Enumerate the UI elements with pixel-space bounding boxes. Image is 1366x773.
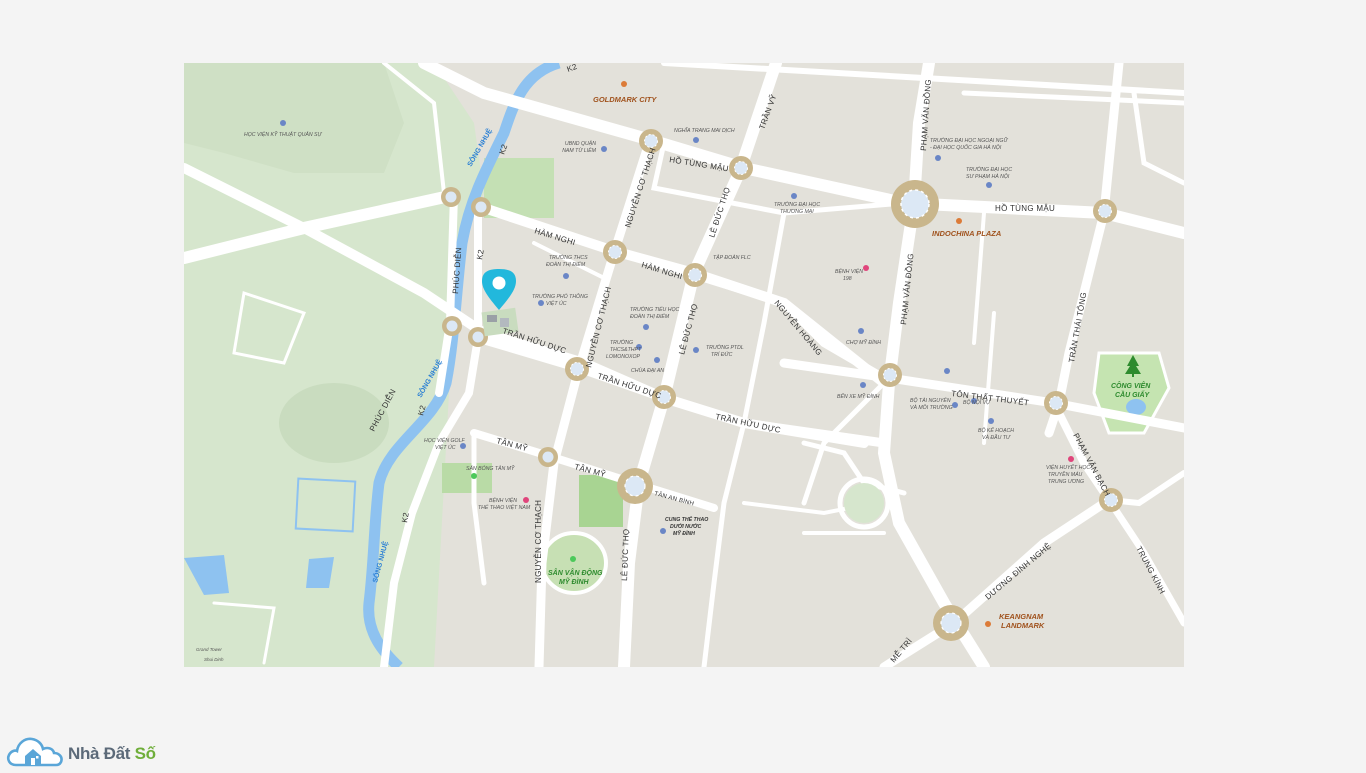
poi-dot-viet-uc (538, 300, 544, 306)
poi-dot-bo-tnmt (952, 402, 958, 408)
label-svd-1: SÂN VẬN ĐỘNG (548, 568, 603, 577)
brand-name: Nhà Đất Số (68, 744, 156, 764)
label-vien-huyet-hoc-3: TRUNG ƯƠNG (1048, 479, 1084, 485)
label-cung-the-thao-1: CUNG THỂ THAO (665, 516, 708, 523)
label-dh-ngoai-ngu-1: TRƯỜNG ĐẠI HỌC NGOẠI NGỮ (930, 137, 1008, 144)
poi-dot-ubnd (601, 146, 607, 152)
map-viewport[interactable]: K2 K2 K2 K2 K2 HỒ TÙNG MẬU HỒ TÙNG MẬU H… (184, 63, 1184, 667)
label-ho-tung-mau-2: HỒ TÙNG MẬU (995, 203, 1055, 213)
label-svd-2: MỸ ĐÌNH (559, 577, 590, 586)
label-san-bong: SÂN BÓNG TÂN MỸ (466, 465, 515, 472)
poi-dot-svd (570, 556, 576, 562)
label-viet-uc-2: VIỆT ÚC (546, 299, 567, 307)
brand-name-main: Nhà Đất (68, 744, 131, 763)
brand-name-accent: Số (134, 744, 156, 763)
label-bo-tnmt-1: BỘ TÀI NGUYÊN (910, 396, 951, 404)
label-bv-the-thao-1: BỆNH VIỆN (489, 496, 517, 504)
poi-dot-ton-that (944, 368, 950, 374)
label-bo-khdt-2: VÀ ĐẦU TƯ (982, 434, 1011, 441)
map-canvas: K2 K2 K2 K2 K2 HỒ TÙNG MẬU HỒ TÙNG MẬU H… (184, 63, 1184, 667)
label-le-duc-tho-3: LÊ ĐỨC THỌ (620, 528, 631, 581)
poi-dot-cung-the-thao (660, 528, 666, 534)
label-vien-huyet-hoc-1: VIỆN HUYẾT HỌC (1046, 463, 1090, 471)
label-cho-my-dinh: CHỢ MỸ ĐÌNH (846, 339, 881, 346)
poi-dot-dh-ngoai-ngu (935, 155, 941, 161)
label-dh-su-pham-2: SƯ PHẠM HÀ NỘI (966, 173, 1010, 180)
poi-dot-vien-huyet-hoc (1068, 456, 1074, 462)
label-shui-dinh: Shui Dinh (204, 657, 224, 662)
poi-dot-thcs-doan (563, 273, 569, 279)
label-vien-huyet-hoc-2: TRUYỀN MÁU (1048, 471, 1083, 478)
label-nghia-trang: NGHĨA TRANG MAI DỊCH (674, 127, 735, 134)
poi-dot-nghia-trang (693, 137, 699, 143)
poi-dot-hv-ky-thuat (280, 120, 286, 126)
label-hv-golf-2: VIỆT ÚC (435, 443, 456, 451)
label-ubnd-1: UBND QUẬN (565, 140, 596, 147)
label-lomonoxop-3: LOMONOXOP (606, 354, 641, 360)
green-block-stadium-north (579, 475, 623, 527)
label-hv-ky-thuat: HỌC VIỆN KỸ THUẬT QUÂN SỰ (244, 130, 322, 138)
label-lomonoxop-1: TRƯỜNG (610, 339, 633, 346)
poi-dot-san-bong (471, 473, 477, 479)
label-dh-ngoai-ngu-2: - ĐẠI HỌC QUỐC GIA HÀ NỘI (930, 144, 1002, 151)
poi-dot-tieu-hoc (643, 324, 649, 330)
label-hv-golf-1: HỌC VIỆN GOLF (424, 436, 465, 444)
lake-cau-giay (1126, 399, 1146, 415)
label-k2-mid: K2 (475, 248, 486, 260)
label-bo-khdt-1: BỘ KẾ HOẠCH (978, 426, 1014, 434)
label-chua-dai-an: CHÙA ĐẠI AN (631, 367, 664, 374)
label-cung-the-thao-3: MỸ ĐÌNH (673, 529, 695, 537)
poi-dot-cho-my-dinh (858, 328, 864, 334)
poi-dot-keangnam (985, 621, 991, 627)
label-nguyen-co-thach-bottom: NGUYỄN CƠ THẠCH (534, 500, 543, 583)
label-tri-duc-2: TRÍ ĐỨC (711, 351, 733, 358)
label-bv-198-2: 198 (843, 276, 852, 282)
label-ben-xe: BẾN XE MỸ ĐÌNH (837, 392, 880, 400)
poi-dot-dh-thuong-mai (791, 193, 797, 199)
poi-dot-bv-the-thao (523, 497, 529, 503)
poi-dot-dh-su-pham (986, 182, 992, 188)
label-bv-the-thao-2: THỂ THAO VIỆT NAM (478, 503, 531, 511)
brand-logo[interactable]: Nhà Đất Số (6, 732, 166, 768)
label-bo-tnmt-2: VÀ MÔI TRƯỜNG (910, 404, 953, 411)
label-goldmark: GOLDMARK CITY (593, 95, 657, 104)
label-tri-duc-1: TRƯỜNG PTDL (706, 344, 744, 351)
label-thcs-doan-2: ĐOÀN THỊ ĐIỂM (546, 261, 586, 268)
label-k2-lower: K2 (400, 511, 411, 523)
label-viet-uc-1: TRƯỜNG PHỔ THÔNG (532, 293, 588, 300)
label-dh-thuong-mai-1: TRƯỜNG ĐẠI HỌC (774, 201, 820, 208)
label-bo-noi-vu: BỘ NỘI VỤ (963, 399, 990, 406)
poi-dot-ben-xe (860, 382, 866, 388)
poi-dot-indochina (956, 218, 962, 224)
poi-dot-tri-duc (693, 347, 699, 353)
poi-dot-chua-dai-an (654, 357, 660, 363)
label-thcs-doan-1: TRƯỜNG THCS (549, 254, 588, 261)
label-dh-su-pham-1: TRƯỜNG ĐẠI HỌC (966, 166, 1012, 173)
label-tieu-hoc-2: ĐOÀN THỊ ĐIỂM (630, 313, 670, 320)
ring-road-south-center (844, 483, 884, 523)
label-cung-the-thao-2: DƯỚI NƯỚC (670, 522, 701, 530)
label-bv-198-1: BỆNH VIỆN (835, 267, 863, 275)
label-grand-tower: Grand Tower (196, 647, 222, 652)
label-tieu-hoc-1: TRƯỜNG TIỂU HỌC (630, 306, 680, 313)
label-tap-doan-flc: TẬP ĐOÀN FLC (713, 254, 751, 261)
label-cong-vien-1: CÔNG VIÊN (1111, 381, 1151, 390)
label-keangnam-1: KEANGNAM (999, 612, 1044, 621)
poi-dot-bv-198 (863, 265, 869, 271)
label-lomonoxop-2: THCS&THPT (610, 347, 642, 353)
label-ubnd-2: NAM TỪ LIÊM (562, 146, 596, 154)
label-indochina: INDOCHINA PLAZA (932, 229, 1001, 238)
poi-dot-goldmark (621, 81, 627, 87)
label-dh-thuong-mai-2: THƯƠNG MẠI (780, 209, 814, 215)
project-building-1 (487, 315, 497, 322)
label-keangnam-2: LANDMARK (1001, 621, 1045, 630)
cloud-house-icon (6, 737, 63, 767)
poi-dot-bo-khdt (988, 418, 994, 424)
